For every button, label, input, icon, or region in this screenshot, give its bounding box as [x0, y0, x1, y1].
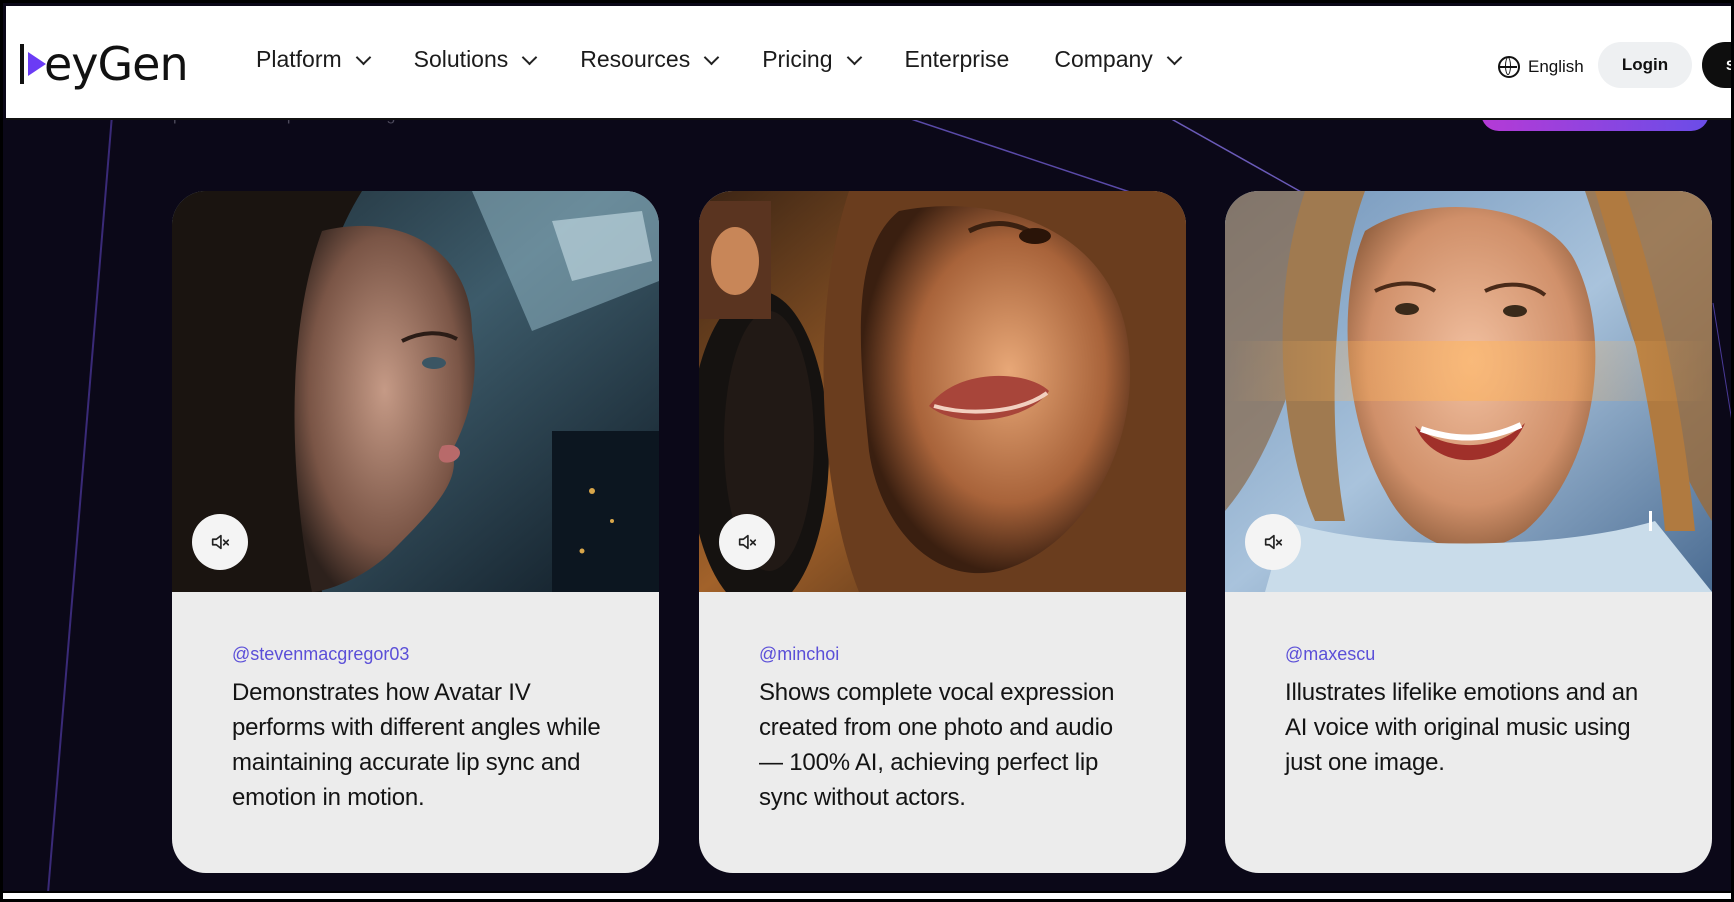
language-label: English — [1528, 57, 1584, 76]
logo-bar-mark — [20, 44, 24, 84]
signup-button[interactable]: S — [1702, 42, 1731, 88]
mute-button[interactable] — [1245, 514, 1301, 570]
language-selector[interactable]: English — [1498, 56, 1584, 78]
author-handle[interactable]: @minchoi — [759, 644, 839, 665]
chevron-down-icon — [703, 49, 720, 65]
testimonial-card[interactable]: @minchoi Shows complete vocal expression… — [699, 191, 1186, 873]
login-button[interactable]: Login — [1598, 42, 1692, 88]
nav-enterprise[interactable]: Enterprise — [905, 46, 1010, 73]
page-frame: photo and a script into stunning animati… — [0, 0, 1734, 902]
nav-platform[interactable]: Platform — [256, 46, 371, 73]
testimonial-card[interactable]: @stevenmacgregor03 Demonstrates how Avat… — [172, 191, 659, 873]
bottom-border — [3, 891, 1731, 899]
card-video-thumbnail[interactable] — [699, 191, 1186, 592]
chevron-down-icon — [521, 49, 538, 65]
globe-icon — [1498, 56, 1520, 78]
card-video-thumbnail[interactable] — [1225, 191, 1712, 592]
chevron-down-icon — [355, 49, 371, 65]
nav-solutions[interactable]: Solutions — [413, 46, 538, 73]
nav-pricing[interactable]: Pricing — [762, 46, 862, 73]
main-menu: Platform Solutions Resources Pricing Ent… — [256, 46, 1225, 73]
nav-enterprise-label: Enterprise — [904, 46, 1010, 72]
mute-icon — [1264, 534, 1283, 550]
mute-icon — [211, 534, 230, 550]
top-navigation-bar: eyGen Platform Solutions Resources Prici… — [6, 6, 1731, 120]
card-description: Demonstrates how Avatar IV performs with… — [232, 679, 601, 811]
nav-company-label: Company — [1054, 46, 1153, 72]
card-video-thumbnail[interactable] — [172, 191, 659, 592]
mute-button[interactable] — [719, 514, 775, 570]
chevron-down-icon — [846, 49, 862, 65]
nav-resources-label: Resources — [580, 46, 691, 72]
card-description: Shows complete vocal expression created … — [759, 679, 1115, 811]
nav-company[interactable]: Company — [1054, 46, 1183, 73]
nav-resources[interactable]: Resources — [580, 46, 720, 73]
mute-button[interactable] — [192, 514, 248, 570]
mute-icon — [738, 534, 757, 550]
card-description: Illustrates lifelike emotions and an AI … — [1285, 679, 1638, 776]
nav-pricing-label: Pricing — [762, 46, 833, 72]
author-handle[interactable]: @stevenmacgregor03 — [232, 644, 409, 665]
author-handle[interactable]: @maxescu — [1285, 644, 1375, 665]
nav-solutions-label: Solutions — [413, 46, 509, 72]
testimonial-card[interactable]: @maxescu Illustrates lifelike emotions a… — [1225, 191, 1712, 873]
logo-wordmark: eyGen — [44, 37, 189, 91]
heygen-logo[interactable]: eyGen — [20, 36, 189, 92]
chevron-down-icon — [1166, 49, 1183, 65]
nav-platform-label: Platform — [256, 46, 342, 72]
